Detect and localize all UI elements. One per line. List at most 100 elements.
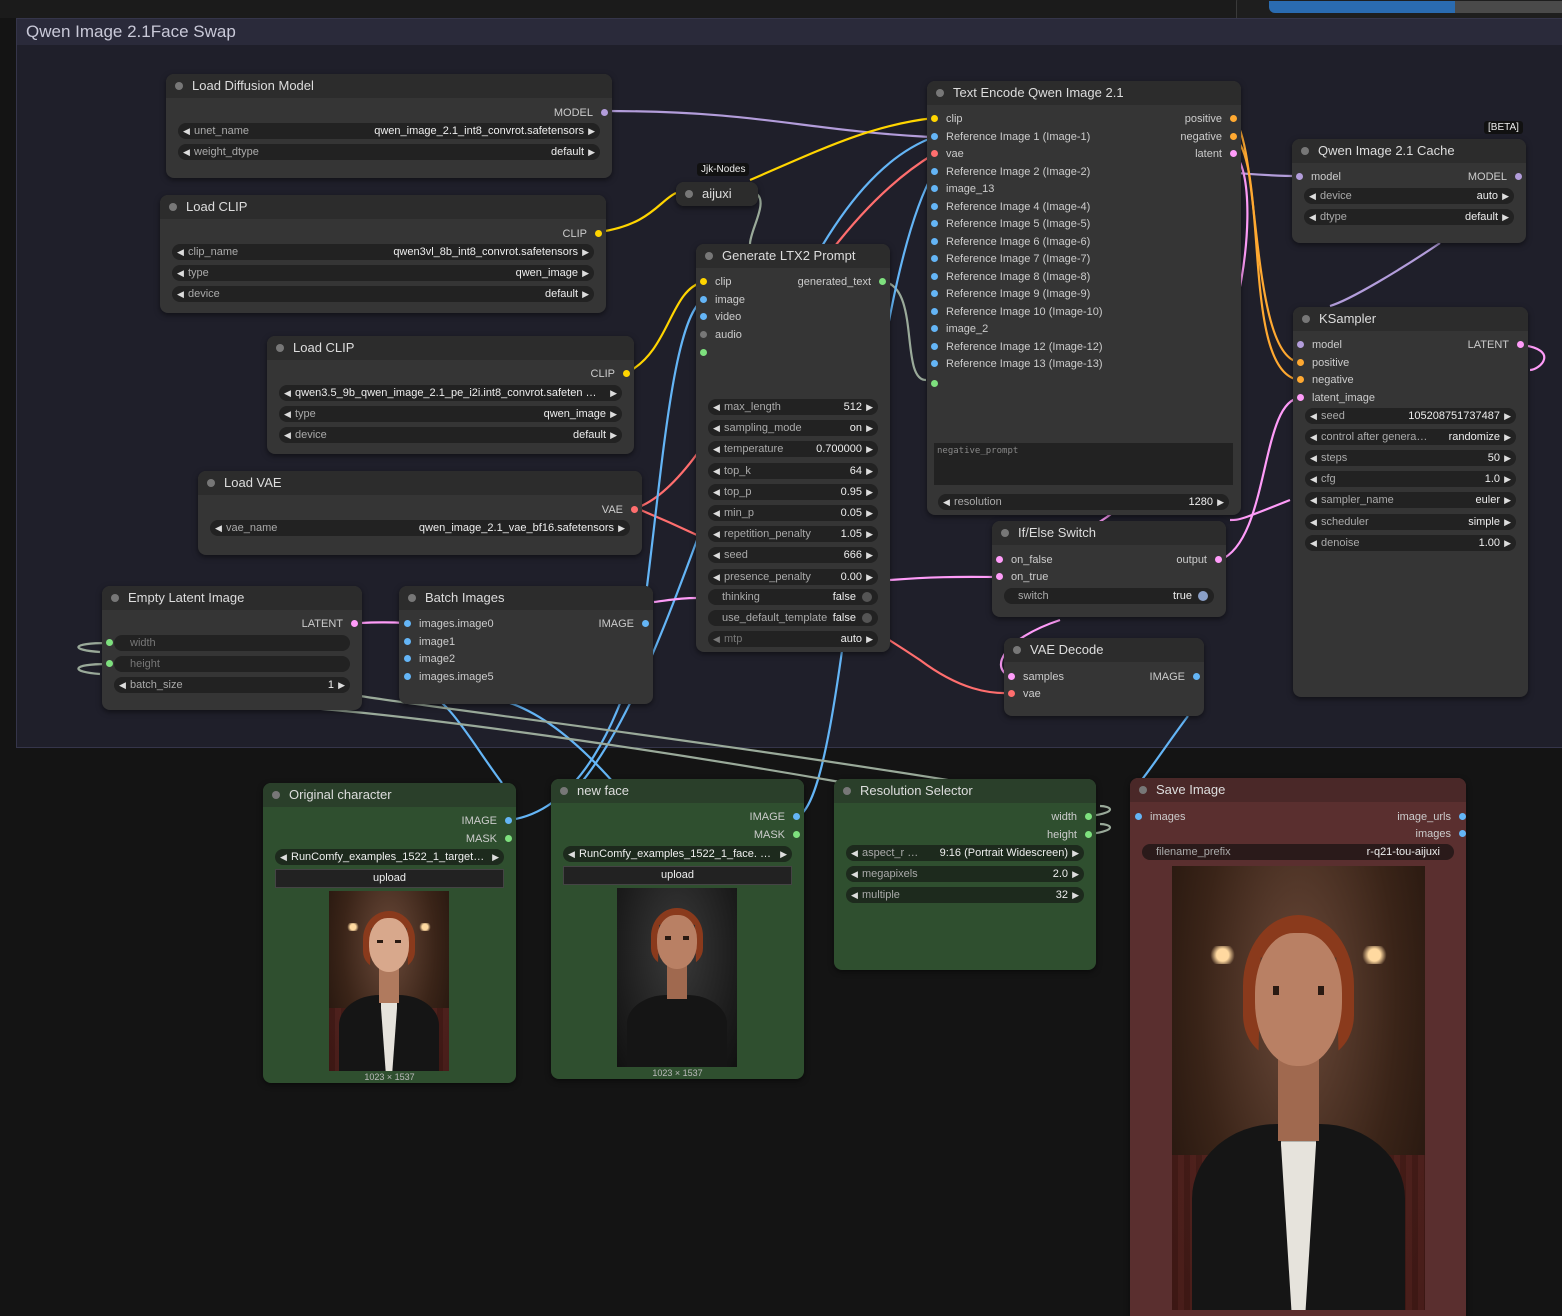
widget-image-select[interactable]: ◀ RunComfy_examples_1522_1_target… ▶ [275, 849, 504, 865]
pin-icon[interactable] [623, 370, 630, 377]
node-header[interactable]: Load CLIP [267, 336, 634, 360]
widget-ltx2-presence-penalty[interactable]: ◀ presence_penalty 0.00 ▶ [708, 568, 878, 585]
pin-icon[interactable] [1297, 376, 1304, 383]
widget-device[interactable]: ◀ device default ▶ [172, 286, 594, 302]
pin-icon[interactable] [601, 109, 608, 116]
pin-icon[interactable] [931, 237, 938, 245]
input-image0[interactable]: images.image0 [404, 617, 494, 631]
pin-icon[interactable] [996, 573, 1003, 580]
input-image[interactable]: image [700, 293, 745, 307]
widget-device[interactable]: ◀ device default ▶ [279, 427, 622, 443]
pin-icon[interactable] [1459, 813, 1466, 820]
arrow-left-icon[interactable]: ◀ [713, 505, 720, 521]
pin-icon[interactable] [793, 831, 800, 838]
pin-icon[interactable] [700, 278, 707, 285]
collapse-dot-icon[interactable] [705, 252, 713, 260]
pin-icon[interactable] [1085, 831, 1092, 838]
arrow-right-icon[interactable]: ▶ [618, 520, 625, 536]
input-model[interactable]: model [1296, 170, 1341, 184]
input-reference-image-4-image-4-[interactable]: Reference Image 4 (Image-4) [931, 200, 1090, 214]
node-if-else-switch[interactable]: If/Else Switch on_false on_true output s… [992, 521, 1226, 617]
pin-icon[interactable] [404, 655, 411, 662]
output-images[interactable]: images [1416, 827, 1466, 841]
toggle-knob-icon[interactable] [862, 592, 872, 602]
pin-icon[interactable] [931, 255, 938, 262]
output-negative[interactable]: negative [1180, 130, 1237, 144]
widget-ksampler-scheduler[interactable]: ◀ scheduler simple ▶ [1305, 513, 1516, 530]
pin-icon[interactable] [931, 185, 938, 192]
input-reference-image-9-image-9-[interactable]: Reference Image 9 (Image-9) [931, 287, 1090, 301]
widget-mtp[interactable]: ◀ mtp auto ▶ [708, 631, 878, 647]
arrow-left-icon[interactable]: ◀ [713, 463, 720, 479]
node-header[interactable]: Empty Latent Image [102, 586, 362, 610]
arrow-left-icon[interactable]: ◀ [713, 441, 720, 457]
input-reference-image-10-image-10-[interactable]: Reference Image 10 (Image-10) [931, 305, 1103, 319]
output-latent[interactable]: latent [1195, 147, 1237, 161]
input-reference-image-6-image-6-[interactable]: Reference Image 6 (Image-6) [931, 235, 1090, 249]
input-image1[interactable]: image1 [404, 635, 455, 649]
widget-ksampler-denoise[interactable]: ◀ denoise 1.00 ▶ [1305, 534, 1516, 551]
output-image[interactable]: IMAGE [1150, 670, 1200, 684]
input-image5[interactable]: images.image5 [404, 670, 494, 684]
collapse-dot-icon[interactable] [843, 787, 851, 795]
width-input-pin-icon[interactable] [106, 639, 113, 646]
arrow-right-icon[interactable]: ▶ [1217, 494, 1224, 510]
arrow-left-icon[interactable]: ◀ [851, 866, 858, 882]
pin-icon[interactable] [1085, 813, 1092, 820]
pin-icon[interactable] [1230, 150, 1237, 157]
input-reference-image-7-image-7-[interactable]: Reference Image 7 (Image-7) [931, 252, 1090, 266]
upload-button[interactable]: upload [275, 869, 504, 888]
node-aijuxi[interactable]: aijuxi [676, 182, 758, 206]
input-positive[interactable]: positive [1297, 356, 1349, 370]
arrow-right-icon[interactable]: ▶ [1504, 514, 1511, 530]
arrow-left-icon[interactable]: ◀ [943, 494, 950, 510]
pin-icon[interactable] [505, 835, 512, 842]
collapse-dot-icon[interactable] [1139, 786, 1147, 794]
pin-icon[interactable] [931, 202, 938, 210]
widget-aspect-ratio[interactable]: ◀ aspect_r … 9:16 (Portrait Widescreen) ▶ [846, 845, 1084, 861]
arrow-left-icon[interactable]: ◀ [1310, 408, 1317, 424]
output-vae[interactable]: VAE [602, 503, 638, 517]
arrow-right-icon[interactable]: ▶ [866, 399, 873, 415]
output-clip[interactable]: CLIP [563, 227, 602, 241]
output-latent[interactable]: LATENT [1468, 338, 1524, 352]
node-text-encode-qwen[interactable]: Text Encode Qwen Image 2.1 clip Reference… [927, 81, 1241, 515]
node-batch-images[interactable]: Batch Images IMAGE images.image0 image1 … [399, 586, 653, 704]
widget-ksampler-seed[interactable]: ◀ seed 105208751737487 ▶ [1305, 408, 1516, 424]
arrow-left-icon[interactable]: ◀ [713, 484, 720, 500]
output-output[interactable]: output [1176, 553, 1222, 567]
widget-ltx2-sampling-mode[interactable]: ◀ sampling_mode on ▶ [708, 420, 878, 437]
pin-icon[interactable] [931, 360, 938, 367]
pin-icon[interactable] [1008, 690, 1015, 697]
pin-icon[interactable] [404, 638, 411, 645]
pin-icon[interactable] [351, 620, 358, 627]
pin-icon[interactable] [931, 272, 938, 280]
node-load-clip-2[interactable]: Load CLIP CLIP ◀ qwen3.5_9b_qwen_image_2.… [267, 336, 634, 454]
pin-icon[interactable] [879, 278, 886, 285]
arrow-left-icon[interactable]: ◀ [1310, 492, 1317, 508]
node-resolution-selector[interactable]: Resolution Selector width height ◀ aspect… [834, 779, 1096, 970]
pin-icon[interactable] [1193, 673, 1200, 680]
input-video[interactable]: video [700, 310, 741, 324]
corner-primary-bar[interactable] [1269, 1, 1455, 13]
collapse-dot-icon[interactable] [1013, 646, 1021, 654]
arrow-right-icon[interactable]: ▶ [1502, 188, 1509, 204]
widget-image-select[interactable]: ◀ RunComfy_examples_1522_1_face. … ▶ [563, 846, 792, 862]
corner-secondary-bar[interactable] [1455, 1, 1562, 13]
node-header[interactable]: If/Else Switch [992, 521, 1226, 545]
arrow-left-icon[interactable]: ◀ [215, 520, 222, 536]
arrow-right-icon[interactable]: ▶ [1504, 535, 1511, 551]
pin-icon[interactable] [1008, 673, 1015, 680]
widget-batch-size[interactable]: ◀ batch_size 1 ▶ [114, 677, 350, 693]
input-on-false[interactable]: on_false [996, 553, 1053, 567]
input-audio[interactable]: audio [700, 328, 742, 342]
input-latent-image[interactable]: latent_image [1297, 391, 1375, 405]
collapse-dot-icon[interactable] [111, 594, 119, 602]
input-reference-image-12-image-12-[interactable]: Reference Image 12 (Image-12) [931, 340, 1103, 354]
collapse-dot-icon[interactable] [272, 791, 280, 799]
arrow-right-icon[interactable]: ▶ [1504, 492, 1511, 508]
output-latent[interactable]: LATENT [302, 617, 358, 631]
input-clip[interactable]: clip [931, 112, 963, 126]
arrow-right-icon[interactable]: ▶ [866, 505, 873, 521]
pin-icon[interactable] [1297, 341, 1304, 348]
